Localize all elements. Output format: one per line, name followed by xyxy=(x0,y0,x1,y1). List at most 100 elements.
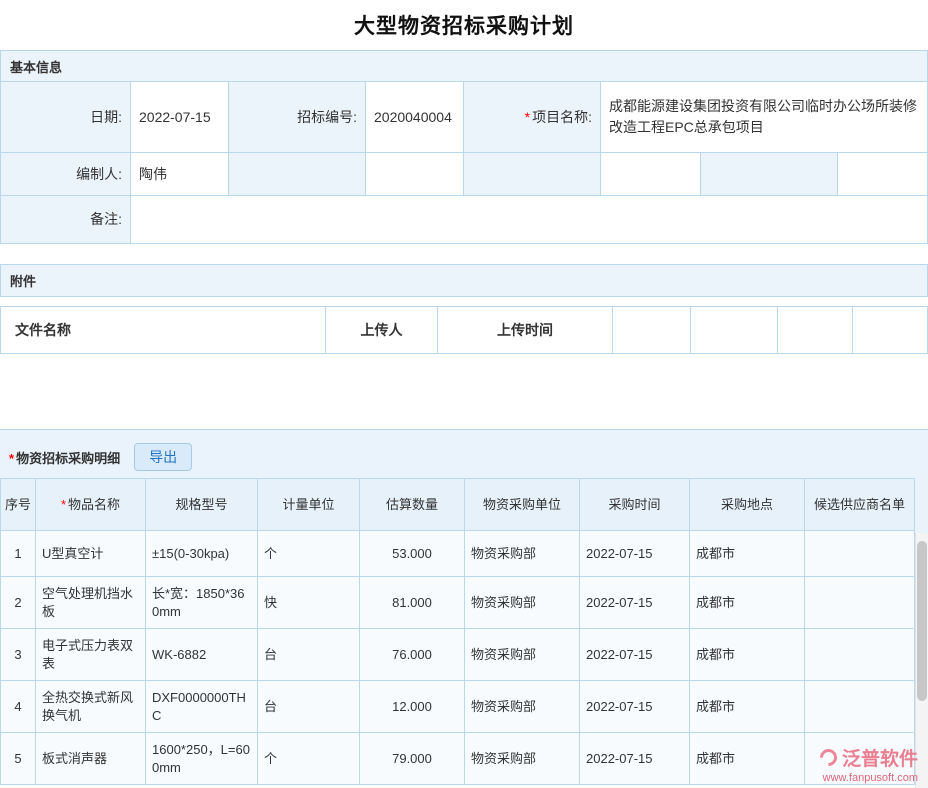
detail-table-header: 序号 * 物品名称 规格型号 计量单位 估算数量 物资采购单位 采购时间 采购地… xyxy=(1,479,915,531)
spacer xyxy=(0,354,928,429)
cell-qty: 53.000 xyxy=(360,531,465,577)
cell-purchase-unit: 物资采购部 xyxy=(465,733,580,785)
cell-purchase-unit: 物资采购部 xyxy=(465,577,580,629)
cell-unit: 台 xyxy=(258,681,360,733)
export-button[interactable]: 导出 xyxy=(134,443,192,471)
cell-candidate-suppliers xyxy=(805,681,915,733)
table-row[interactable]: 3 电子式压力表双表 WK-6882 台 76.000 物资采购部 2022-0… xyxy=(1,629,915,681)
cell-qty: 12.000 xyxy=(360,681,465,733)
cell-qty: 81.000 xyxy=(360,577,465,629)
project-name-label: * 项目名称: xyxy=(464,82,601,152)
col-uploader: 上传人 xyxy=(326,307,438,353)
empty-value-cell xyxy=(601,153,701,195)
cell-seq: 2 xyxy=(1,577,36,629)
cell-unit: 个 xyxy=(258,733,360,785)
spacer xyxy=(0,297,928,306)
attachments-section-bar: 附件 xyxy=(0,264,928,297)
cell-purchase-unit: 物资采购部 xyxy=(465,531,580,577)
cell-qty: 76.000 xyxy=(360,629,465,681)
cell-purchase-place: 成都市 xyxy=(690,733,805,785)
col-seq: 序号 xyxy=(1,479,36,531)
required-asterisk: * xyxy=(61,496,66,514)
compiler-label: 编制人: xyxy=(1,153,131,195)
compiler-value: 陶伟 xyxy=(131,153,229,195)
cell-seq: 1 xyxy=(1,531,36,577)
form-row-3: 备注: xyxy=(1,196,927,243)
attachments-header: 附件 xyxy=(1,265,927,296)
col-candidate-suppliers: 候选供应商名单 xyxy=(805,479,915,531)
col-item-name: * 物品名称 xyxy=(36,479,146,531)
basic-info-section: 基本信息 日期: 2022-07-15 招标编号: 2020040004 * 项… xyxy=(0,50,928,244)
cell-seq: 4 xyxy=(1,681,36,733)
cell-purchase-place: 成都市 xyxy=(690,577,805,629)
cell-unit: 台 xyxy=(258,629,360,681)
cell-spec: ±15(0-30kpa) xyxy=(146,531,258,577)
cell-purchase-unit: 物资采购部 xyxy=(465,681,580,733)
cell-spec: 1600*250，L=600mm xyxy=(146,733,258,785)
detail-table-body: 1 U型真空计 ±15(0-30kpa) 个 53.000 物资采购部 2022… xyxy=(1,531,915,785)
required-asterisk: * xyxy=(9,451,14,466)
cell-item-name: U型真空计 xyxy=(36,531,146,577)
col-purchase-unit: 物资采购单位 xyxy=(465,479,580,531)
bid-no-label: 招标编号: xyxy=(229,82,366,152)
cell-purchase-time: 2022-07-15 xyxy=(580,531,690,577)
cell-seq: 5 xyxy=(1,733,36,785)
date-value: 2022-07-15 xyxy=(131,82,229,152)
cell-item-name: 板式消声器 xyxy=(36,733,146,785)
table-row[interactable]: 1 U型真空计 ±15(0-30kpa) 个 53.000 物资采购部 2022… xyxy=(1,531,915,577)
basic-info-header: 基本信息 xyxy=(1,51,927,82)
cell-unit: 个 xyxy=(258,531,360,577)
scrollbar-thumb[interactable] xyxy=(917,541,927,701)
cell-seq: 3 xyxy=(1,629,36,681)
empty-label-cell xyxy=(229,153,366,195)
detail-section-title: *物资招标采购明细 xyxy=(9,448,120,467)
project-name-value: 成都能源建设集团投资有限公司临时办公场所装修改造工程EPC总承包项目 xyxy=(601,82,927,152)
col-purchase-place: 采购地点 xyxy=(690,479,805,531)
cell-candidate-suppliers xyxy=(805,531,915,577)
empty-header-cell xyxy=(778,307,853,353)
form-row-1: 日期: 2022-07-15 招标编号: 2020040004 * 项目名称: … xyxy=(1,82,927,153)
empty-value-cell xyxy=(366,153,464,195)
cell-item-name: 电子式压力表双表 xyxy=(36,629,146,681)
cell-purchase-place: 成都市 xyxy=(690,531,805,577)
col-qty: 估算数量 xyxy=(360,479,465,531)
cell-item-name: 全热交换式新风换气机 xyxy=(36,681,146,733)
bid-no-value: 2020040004 xyxy=(366,82,464,152)
spacer xyxy=(0,244,928,264)
fanpu-logo-icon xyxy=(816,745,840,769)
watermark-url: www.fanpusoft.com xyxy=(820,772,918,784)
remark-label: 备注: xyxy=(1,196,131,243)
empty-label-cell xyxy=(464,153,601,195)
required-asterisk: * xyxy=(525,107,530,128)
col-file-name: 文件名称 xyxy=(1,307,326,353)
col-unit: 计量单位 xyxy=(258,479,360,531)
cell-purchase-place: 成都市 xyxy=(690,681,805,733)
col-upload-time: 上传时间 xyxy=(438,307,613,353)
detail-table: 序号 * 物品名称 规格型号 计量单位 估算数量 物资采购单位 采购时间 采购地… xyxy=(0,478,915,785)
empty-value-cell xyxy=(838,153,927,195)
cell-qty: 79.000 xyxy=(360,733,465,785)
table-row[interactable]: 4 全热交换式新风换气机 DXF0000000THC 台 12.000 物资采购… xyxy=(1,681,915,733)
cell-purchase-time: 2022-07-15 xyxy=(580,733,690,785)
cell-purchase-time: 2022-07-15 xyxy=(580,629,690,681)
cell-purchase-time: 2022-07-15 xyxy=(580,577,690,629)
page-title: 大型物资招标采购计划 xyxy=(0,0,928,50)
col-purchase-time: 采购时间 xyxy=(580,479,690,531)
cell-spec: DXF0000000THC xyxy=(146,681,258,733)
cell-purchase-time: 2022-07-15 xyxy=(580,681,690,733)
table-row[interactable]: 2 空气处理机挡水板 长*宽：1850*360mm 快 81.000 物资采购部… xyxy=(1,577,915,629)
detail-section: *物资招标采购明细 导出 序号 * 物品名称 规格型号 计量单位 估算数量 物资… xyxy=(0,429,928,785)
empty-header-cell xyxy=(691,307,778,353)
table-row[interactable]: 5 板式消声器 1600*250，L=600mm 个 79.000 物资采购部 … xyxy=(1,733,915,785)
cell-purchase-unit: 物资采购部 xyxy=(465,629,580,681)
project-name-label-text: 项目名称: xyxy=(532,107,592,128)
detail-section-bar: *物资招标采购明细 导出 xyxy=(0,442,928,472)
cell-candidate-suppliers xyxy=(805,629,915,681)
watermark: 泛普软件 www.fanpusoft.com xyxy=(820,744,918,784)
col-spec: 规格型号 xyxy=(146,479,258,531)
cell-spec: 长*宽：1850*360mm xyxy=(146,577,258,629)
cell-candidate-suppliers xyxy=(805,577,915,629)
col-item-name-text: 物品名称 xyxy=(68,496,120,514)
cell-spec: WK-6882 xyxy=(146,629,258,681)
attachments-table-header: 文件名称 上传人 上传时间 xyxy=(0,306,928,354)
